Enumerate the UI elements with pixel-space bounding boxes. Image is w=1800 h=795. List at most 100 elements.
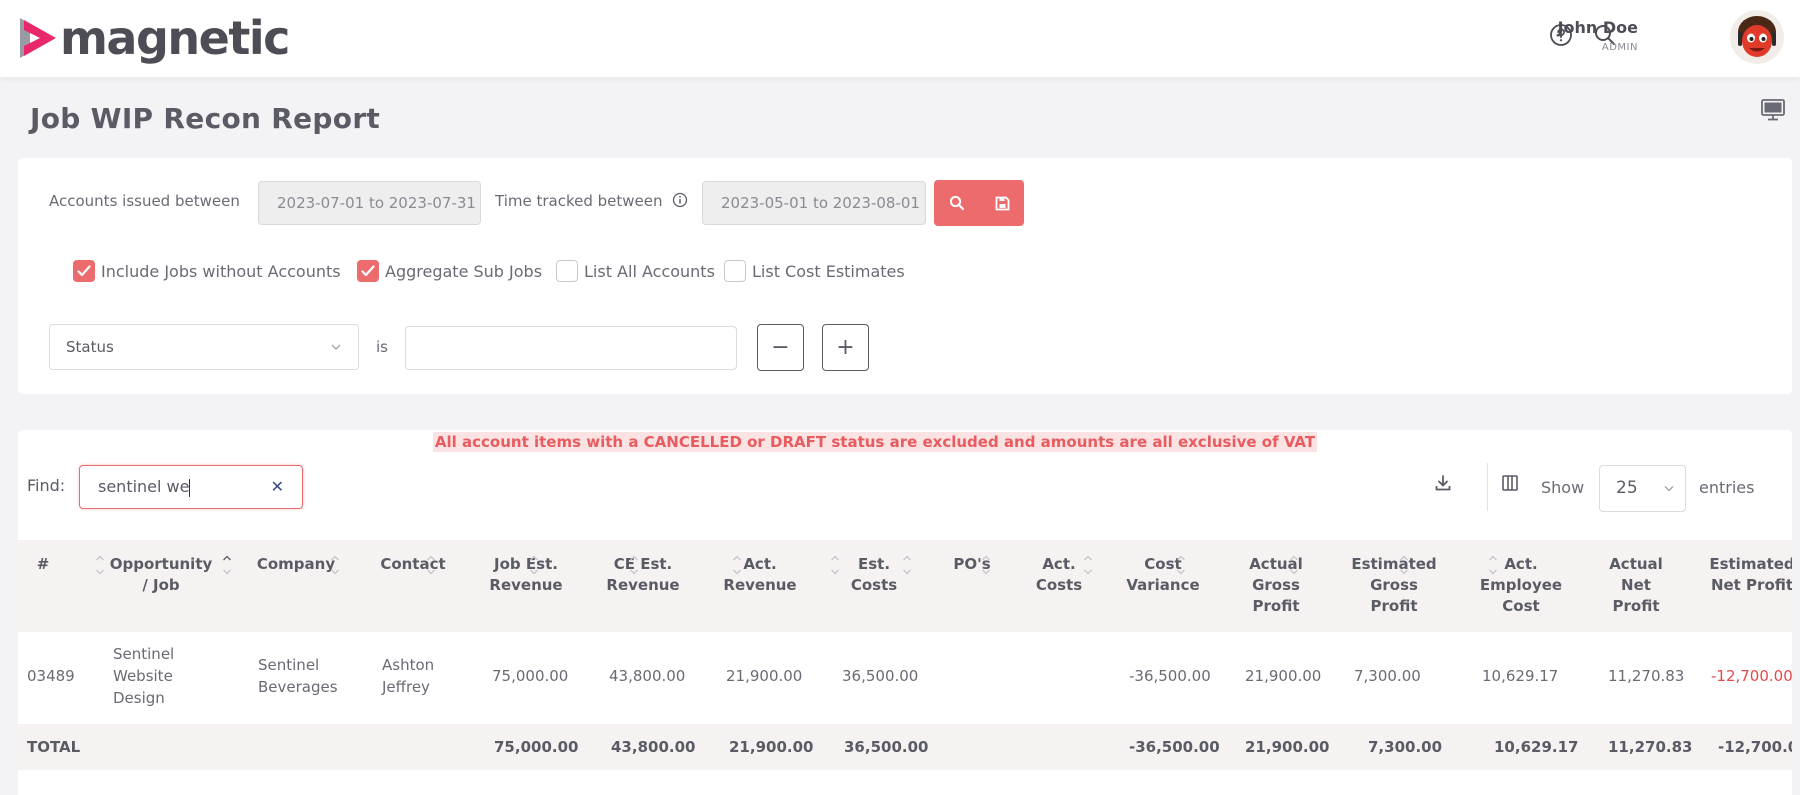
- accounts-date-range-input[interactable]: 2023-07-01 to 2023-07-31: [258, 181, 481, 225]
- total-act-revenue: 21,900.00: [729, 738, 814, 756]
- sort-icon[interactable]: [981, 552, 991, 578]
- page-length-value: 25: [1616, 478, 1638, 498]
- show-label: Show: [1541, 478, 1585, 497]
- notice-text: All account items with a CANCELLED or DR…: [432, 432, 1318, 452]
- table-row: 03489 Sentinel Website Design Sentinel B…: [18, 632, 1792, 724]
- checkbox-label: Aggregate Sub Jobs: [385, 261, 543, 281]
- list-all-accounts-checkbox[interactable]: List All Accounts: [556, 260, 715, 282]
- cell-job-line-2[interactable]: Website: [113, 666, 173, 687]
- find-label: Find:: [27, 476, 66, 495]
- monitor-icon[interactable]: [1760, 98, 1786, 126]
- user-name[interactable]: John Doe: [1558, 18, 1638, 37]
- search-button[interactable]: [934, 180, 980, 226]
- text-cursor: [189, 478, 191, 497]
- checkbox-unchecked[interactable]: [556, 260, 578, 282]
- cell-actual-gross-profit: 21,900.00: [1245, 667, 1322, 685]
- logo-mark-icon: [18, 16, 58, 60]
- cell-job-line-3[interactable]: Design: [113, 688, 165, 709]
- cell-company-line-2: Beverages: [258, 678, 338, 696]
- entries-label: entries: [1699, 478, 1755, 497]
- cell-actual-net-profit: 11,270.83: [1608, 667, 1685, 685]
- search-icon: [949, 195, 965, 211]
- notice-banner: All account items with a CANCELLED or DR…: [18, 432, 1792, 452]
- total-actual-gross-profit: 21,900.00: [1245, 738, 1330, 756]
- sort-icon[interactable]: [1176, 552, 1186, 578]
- sort-icon[interactable]: [426, 552, 436, 578]
- sort-icon[interactable]: [902, 552, 912, 578]
- cell-job-line-1[interactable]: Sentinel: [113, 644, 174, 665]
- cell-job-est-revenue: 75,000.00: [492, 667, 569, 685]
- download-icon[interactable]: [1434, 474, 1452, 496]
- list-cost-estimates-checkbox[interactable]: List Cost Estimates: [724, 260, 905, 282]
- time-tracked-label: Time tracked between: [495, 192, 663, 210]
- column-header-label: Costs: [850, 576, 898, 594]
- column-header-label: Estimated: [1709, 555, 1792, 573]
- checkbox-checked[interactable]: [73, 260, 95, 282]
- cell-company-line-1: Sentinel: [258, 656, 320, 674]
- total-estimated-net-profit: -12,700.00: [1718, 738, 1792, 756]
- include-jobs-without-accounts-checkbox[interactable]: Include Jobs without Accounts: [73, 260, 341, 282]
- chevron-down-icon: [1663, 466, 1675, 529]
- column-header-label: Opportunity: [109, 555, 213, 573]
- cell-est-costs: 36,500.00: [842, 667, 919, 685]
- checkbox-label: List All Accounts: [584, 261, 715, 281]
- sort-icon[interactable]: [529, 552, 539, 578]
- avatar[interactable]: [1730, 10, 1784, 64]
- user-role: ADMIN: [1601, 42, 1638, 53]
- sort-icon[interactable]: [1289, 552, 1299, 578]
- cell-ce-est-revenue: 43,800.00: [609, 667, 686, 685]
- sort-icon[interactable]: [330, 552, 340, 578]
- column-header-label: Estimated: [1351, 555, 1437, 573]
- cell-act-employee-cost: 10,629.17: [1482, 667, 1559, 685]
- cell-cost-variance: -36,500.00: [1129, 667, 1211, 685]
- table-total-row: TOTAL 75,000.00 43,800.00 21,900.00 36,5…: [18, 724, 1792, 770]
- column-header-label: / Job: [142, 576, 180, 594]
- columns-icon[interactable]: [1501, 474, 1519, 496]
- clear-search-icon[interactable]: ✕: [271, 466, 284, 508]
- total-ce-est-revenue: 43,800.00: [611, 738, 696, 756]
- column-header-label: Profit: [1370, 597, 1418, 615]
- checkbox-label: List Cost Estimates: [752, 261, 905, 281]
- sort-icon[interactable]: [1083, 552, 1093, 578]
- time-tracked-date-range-input[interactable]: 2023-05-01 to 2023-08-01: [702, 181, 926, 225]
- total-cost-variance: -36,500.00: [1129, 738, 1220, 756]
- total-est-costs: 36,500.00: [844, 738, 929, 756]
- total-label: TOTAL: [27, 738, 81, 756]
- save-button[interactable]: [980, 180, 1024, 226]
- remove-condition-button[interactable]: −: [757, 324, 804, 371]
- condition-value-input[interactable]: [405, 326, 737, 370]
- column-header-label: Profit: [1612, 597, 1660, 615]
- sort-icon[interactable]: [830, 552, 840, 578]
- column-header-label: Net Profit: [1710, 576, 1792, 594]
- top-bar: magnetic John Doe ADMIN: [0, 0, 1800, 77]
- chevron-down-icon: [330, 325, 342, 386]
- total-estimated-gross-profit: 7,300.00: [1368, 738, 1443, 756]
- toolbar-divider: [1487, 463, 1488, 511]
- page-length-select[interactable]: 25: [1599, 465, 1686, 512]
- results-panel: All account items with a CANCELLED or DR…: [18, 430, 1792, 795]
- find-input[interactable]: sentinel we ✕: [79, 465, 303, 509]
- add-condition-button[interactable]: +: [822, 324, 869, 371]
- cell-act-revenue: 21,900.00: [726, 667, 803, 685]
- checkbox-checked[interactable]: [357, 260, 379, 282]
- info-icon[interactable]: [672, 192, 688, 212]
- floppy-disk-icon: [995, 196, 1009, 210]
- column-header[interactable]: Opportunity / Job: [91, 554, 231, 596]
- sort-icon[interactable]: [732, 552, 742, 578]
- brand-logo[interactable]: magnetic: [18, 14, 290, 62]
- checkbox-unchecked[interactable]: [724, 260, 746, 282]
- sort-icon[interactable]: [1399, 552, 1409, 578]
- sort-icon[interactable]: [629, 552, 639, 578]
- column-header[interactable]: Estimated Net Profit: [1682, 554, 1792, 596]
- sort-icon[interactable]: [1488, 552, 1498, 578]
- column-header[interactable]: Estimated Gross Profit: [1324, 554, 1464, 617]
- find-input-value: sentinel we: [98, 477, 190, 496]
- total-act-employee-cost: 10,629.17: [1494, 738, 1579, 756]
- cell-contact-line-2: Jeffrey: [382, 678, 430, 696]
- table-header: # Opportunity / Job Company Contact Job Est. R…: [18, 540, 1792, 632]
- cell-number: 03489: [27, 667, 75, 685]
- condition-field-select[interactable]: Status: [49, 324, 359, 370]
- aggregate-sub-jobs-checkbox[interactable]: Aggregate Sub Jobs: [357, 260, 542, 282]
- accounts-issued-label: Accounts issued between: [49, 192, 240, 210]
- cell-contact-line-1: Ashton: [382, 656, 435, 674]
